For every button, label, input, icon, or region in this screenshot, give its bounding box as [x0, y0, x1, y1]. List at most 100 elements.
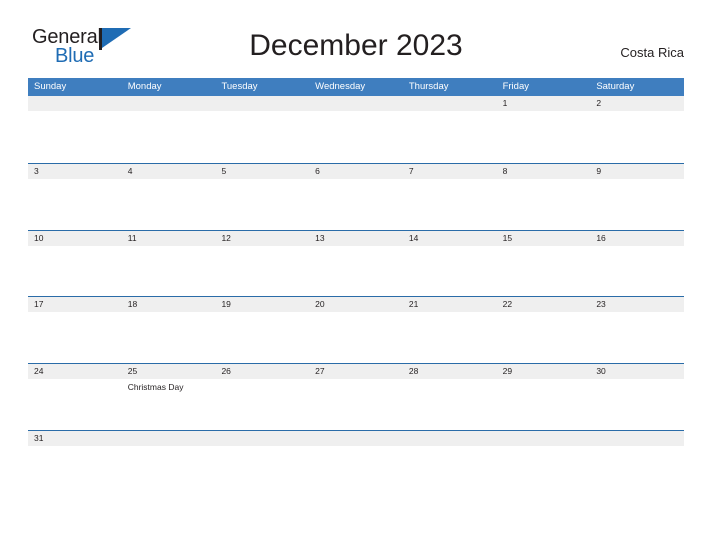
day-cell — [28, 111, 122, 161]
day-cell[interactable] — [309, 246, 403, 296]
day-number[interactable]: 8 — [497, 164, 591, 179]
day-cell[interactable] — [122, 246, 216, 296]
day-cell[interactable] — [28, 246, 122, 296]
day-cell[interactable] — [590, 111, 684, 161]
day-cell — [122, 446, 216, 496]
day-cell — [309, 111, 403, 161]
day-cell[interactable] — [122, 179, 216, 229]
day-cell[interactable] — [497, 379, 591, 429]
day-cell[interactable] — [590, 379, 684, 429]
week-event-band — [28, 312, 684, 363]
day-cell[interactable] — [122, 312, 216, 362]
day-cell[interactable] — [497, 312, 591, 362]
region-label: Costa Rica — [620, 45, 684, 60]
day-cell[interactable] — [497, 246, 591, 296]
day-number[interactable]: 5 — [215, 164, 309, 179]
day-number-empty — [215, 431, 309, 446]
day-cell[interactable] — [590, 246, 684, 296]
day-cell — [215, 111, 309, 161]
week-event-band — [28, 245, 684, 296]
day-number[interactable]: 14 — [403, 231, 497, 246]
day-number[interactable]: 16 — [590, 231, 684, 246]
week-date-band: 31 — [28, 430, 684, 446]
day-number[interactable]: 15 — [497, 231, 591, 246]
day-number-empty — [403, 431, 497, 446]
day-cell[interactable] — [590, 312, 684, 362]
day-of-week-header-row: Sunday Monday Tuesday Wednesday Thursday… — [28, 78, 684, 96]
day-header-tuesday: Tuesday — [221, 81, 258, 92]
day-number[interactable]: 27 — [309, 364, 403, 379]
week-date-band: 10 11 12 13 14 15 16 — [28, 230, 684, 246]
page-header: General Blue December 2023 Costa Rica — [0, 0, 712, 76]
day-number-empty — [497, 431, 591, 446]
week-event-band: Christmas Day — [28, 379, 684, 430]
day-header-thursday: Thursday — [408, 81, 449, 92]
day-cell[interactable] — [215, 312, 309, 362]
day-number[interactable]: 22 — [497, 297, 591, 312]
day-cell[interactable] — [28, 446, 122, 496]
calendar-weeks: 1 2 3 4 5 6 7 8 9 10 11 12 13 14 15 16 17 18 19 20 21 22 23 24 2… — [28, 96, 684, 497]
day-cell — [590, 446, 684, 496]
day-number[interactable]: 21 — [403, 297, 497, 312]
day-number[interactable]: 7 — [403, 164, 497, 179]
day-number[interactable]: 11 — [122, 231, 216, 246]
day-cell[interactable] — [497, 111, 591, 161]
day-number[interactable]: 26 — [215, 364, 309, 379]
day-number-empty — [590, 431, 684, 446]
day-header-friday: Friday — [502, 81, 529, 92]
day-cell[interactable] — [28, 379, 122, 429]
day-cell[interactable] — [403, 312, 497, 362]
day-number[interactable]: 13 — [309, 231, 403, 246]
day-number[interactable]: 23 — [590, 297, 684, 312]
day-number[interactable]: 17 — [28, 297, 122, 312]
day-number[interactable]: 9 — [590, 164, 684, 179]
day-number[interactable]: 31 — [28, 431, 122, 446]
calendar-page: General Blue December 2023 Costa Rica Su… — [0, 0, 712, 550]
day-number[interactable]: 28 — [403, 364, 497, 379]
day-cell[interactable]: Christmas Day — [122, 379, 216, 429]
holiday-event: Christmas Day — [127, 382, 184, 393]
day-number[interactable]: 24 — [28, 364, 122, 379]
day-cell[interactable] — [215, 179, 309, 229]
day-number-empty — [403, 96, 497, 111]
day-number-empty — [122, 96, 216, 111]
day-number[interactable]: 1 — [497, 96, 591, 111]
day-number[interactable]: 6 — [309, 164, 403, 179]
calendar-grid: Sunday Monday Tuesday Wednesday Thursday… — [28, 78, 684, 497]
day-number[interactable]: 20 — [309, 297, 403, 312]
day-number[interactable]: 2 — [590, 96, 684, 111]
day-cell[interactable] — [215, 246, 309, 296]
day-cell[interactable] — [403, 179, 497, 229]
day-number[interactable]: 4 — [122, 164, 216, 179]
day-cell[interactable] — [215, 379, 309, 429]
day-cell[interactable] — [403, 246, 497, 296]
week-date-band: 12 — [28, 96, 684, 111]
day-number[interactable]: 29 — [497, 364, 591, 379]
day-number[interactable]: 10 — [28, 231, 122, 246]
day-header-monday: Monday — [127, 81, 162, 92]
day-number[interactable]: 12 — [215, 231, 309, 246]
calendar-week-row: 17 18 19 20 21 22 23 — [28, 296, 684, 364]
day-number[interactable]: 18 — [122, 297, 216, 312]
day-cell[interactable] — [28, 179, 122, 229]
day-cell[interactable] — [309, 312, 403, 362]
day-number-empty — [309, 96, 403, 111]
day-cell[interactable] — [403, 379, 497, 429]
calendar-week-row: 3456789 — [28, 162, 684, 230]
page-title: December 2023 — [249, 29, 463, 62]
day-number[interactable]: 19 — [215, 297, 309, 312]
day-cell — [215, 446, 309, 496]
week-event-band — [28, 445, 684, 496]
day-cell[interactable] — [590, 179, 684, 229]
day-header-sunday: Sunday — [34, 81, 67, 92]
day-cell[interactable] — [309, 379, 403, 429]
day-cell — [403, 111, 497, 161]
day-number[interactable]: 25 — [122, 364, 216, 379]
day-cell[interactable] — [497, 179, 591, 229]
day-number[interactable]: 3 — [28, 164, 122, 179]
day-number-empty — [309, 431, 403, 446]
day-number[interactable]: 30 — [590, 364, 684, 379]
day-cell — [497, 446, 591, 496]
day-cell[interactable] — [309, 179, 403, 229]
day-cell[interactable] — [28, 312, 122, 362]
